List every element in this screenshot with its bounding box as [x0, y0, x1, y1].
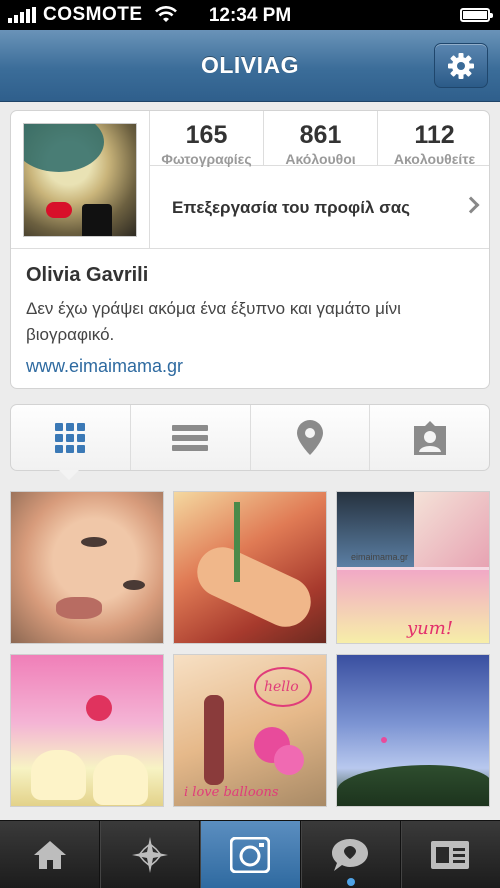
page-title: OLIVIAG — [200, 52, 300, 78]
photo-caption-yum: yum! — [407, 618, 454, 639]
tab-home[interactable] — [0, 821, 99, 888]
navigation-bar: OLIVIAG — [0, 30, 500, 102]
photo-thumbnail-collage-cupcakes[interactable]: eimaimama.gr yum! — [336, 491, 490, 644]
avatar[interactable] — [23, 123, 137, 237]
edit-profile-label: Επεξεργασία του προφίλ σας — [172, 197, 411, 217]
battery-icon — [460, 8, 493, 22]
tab-list-view[interactable] — [129, 405, 250, 470]
news-indicator-dot — [347, 878, 355, 886]
tab-grid-view[interactable] — [11, 405, 130, 470]
camera-icon — [230, 836, 270, 873]
status-bar: COSMOTE 12:34 PM — [0, 0, 500, 30]
photo-thumbnail-girl-balloons[interactable]: hello i love balloons — [173, 654, 327, 807]
view-mode-tabs — [10, 404, 490, 471]
photo-bubble-hello: hello — [264, 679, 299, 695]
bottom-tab-bar — [0, 820, 500, 888]
tab-map-view[interactable] — [249, 405, 370, 470]
photo-thumbnail-sky-balloon[interactable] — [336, 654, 490, 807]
home-icon — [33, 840, 66, 869]
wifi-icon — [154, 6, 177, 22]
photo-thumbnail-baby-lying[interactable] — [173, 491, 327, 644]
tab-explore[interactable] — [99, 821, 199, 888]
carrier-name: COSMOTE — [43, 4, 143, 25]
photo-thumbnail-child-face[interactable] — [10, 491, 164, 644]
stat-followers[interactable]: 861 Ακόλουθοι — [263, 111, 377, 167]
grid-icon — [55, 422, 86, 453]
tab-camera[interactable] — [199, 821, 300, 888]
list-icon — [172, 424, 209, 451]
profile-bio: Δεν έχω γράψει ακόμα ένα έξυπνο και γαμά… — [26, 299, 401, 344]
photo-thumbnail-pony-cupcakes[interactable] — [10, 654, 164, 807]
stat-following[interactable]: 112 Ακολουθείτε — [377, 111, 489, 167]
location-pin-icon — [296, 419, 323, 455]
edit-profile-button[interactable]: Επεξεργασία του προφίλ σας — [150, 167, 489, 248]
tab-tagged-photos[interactable] — [369, 405, 489, 470]
photos-count: 165 — [185, 121, 228, 149]
following-count: 112 — [414, 121, 455, 149]
photos-label: Φωτογραφίες — [161, 151, 252, 167]
settings-button[interactable] — [434, 43, 488, 88]
following-label: Ακολουθείτε — [393, 151, 476, 167]
photo-watermark: eimaimama.gr — [351, 552, 409, 562]
stat-photos[interactable]: 165 Φωτογραφίες — [150, 111, 263, 167]
profile-icon — [431, 840, 470, 869]
news-icon — [332, 838, 369, 871]
chevron-right-icon — [462, 196, 480, 214]
profile-website-link[interactable]: www.eimaimama.gr — [26, 356, 183, 377]
active-tab-pointer — [59, 470, 79, 480]
profile-full-name: Olivia Gavrili — [26, 264, 149, 286]
tab-profile[interactable] — [399, 821, 500, 888]
gear-icon — [448, 52, 474, 79]
profile-stats: 165 Φωτογραφίες 861 Ακόλουθοι 112 Ακολου… — [150, 111, 489, 167]
profile-card: 165 Φωτογραφίες 861 Ακόλουθοι 112 Ακολου… — [10, 110, 490, 389]
followers-count: 861 — [299, 121, 342, 149]
photo-caption-balloons: i love balloons — [184, 785, 279, 800]
followers-label: Ακόλουθοι — [285, 151, 356, 167]
explore-icon — [131, 836, 168, 873]
signal-strength-icon — [8, 7, 36, 23]
tagged-photos-icon — [413, 420, 446, 455]
